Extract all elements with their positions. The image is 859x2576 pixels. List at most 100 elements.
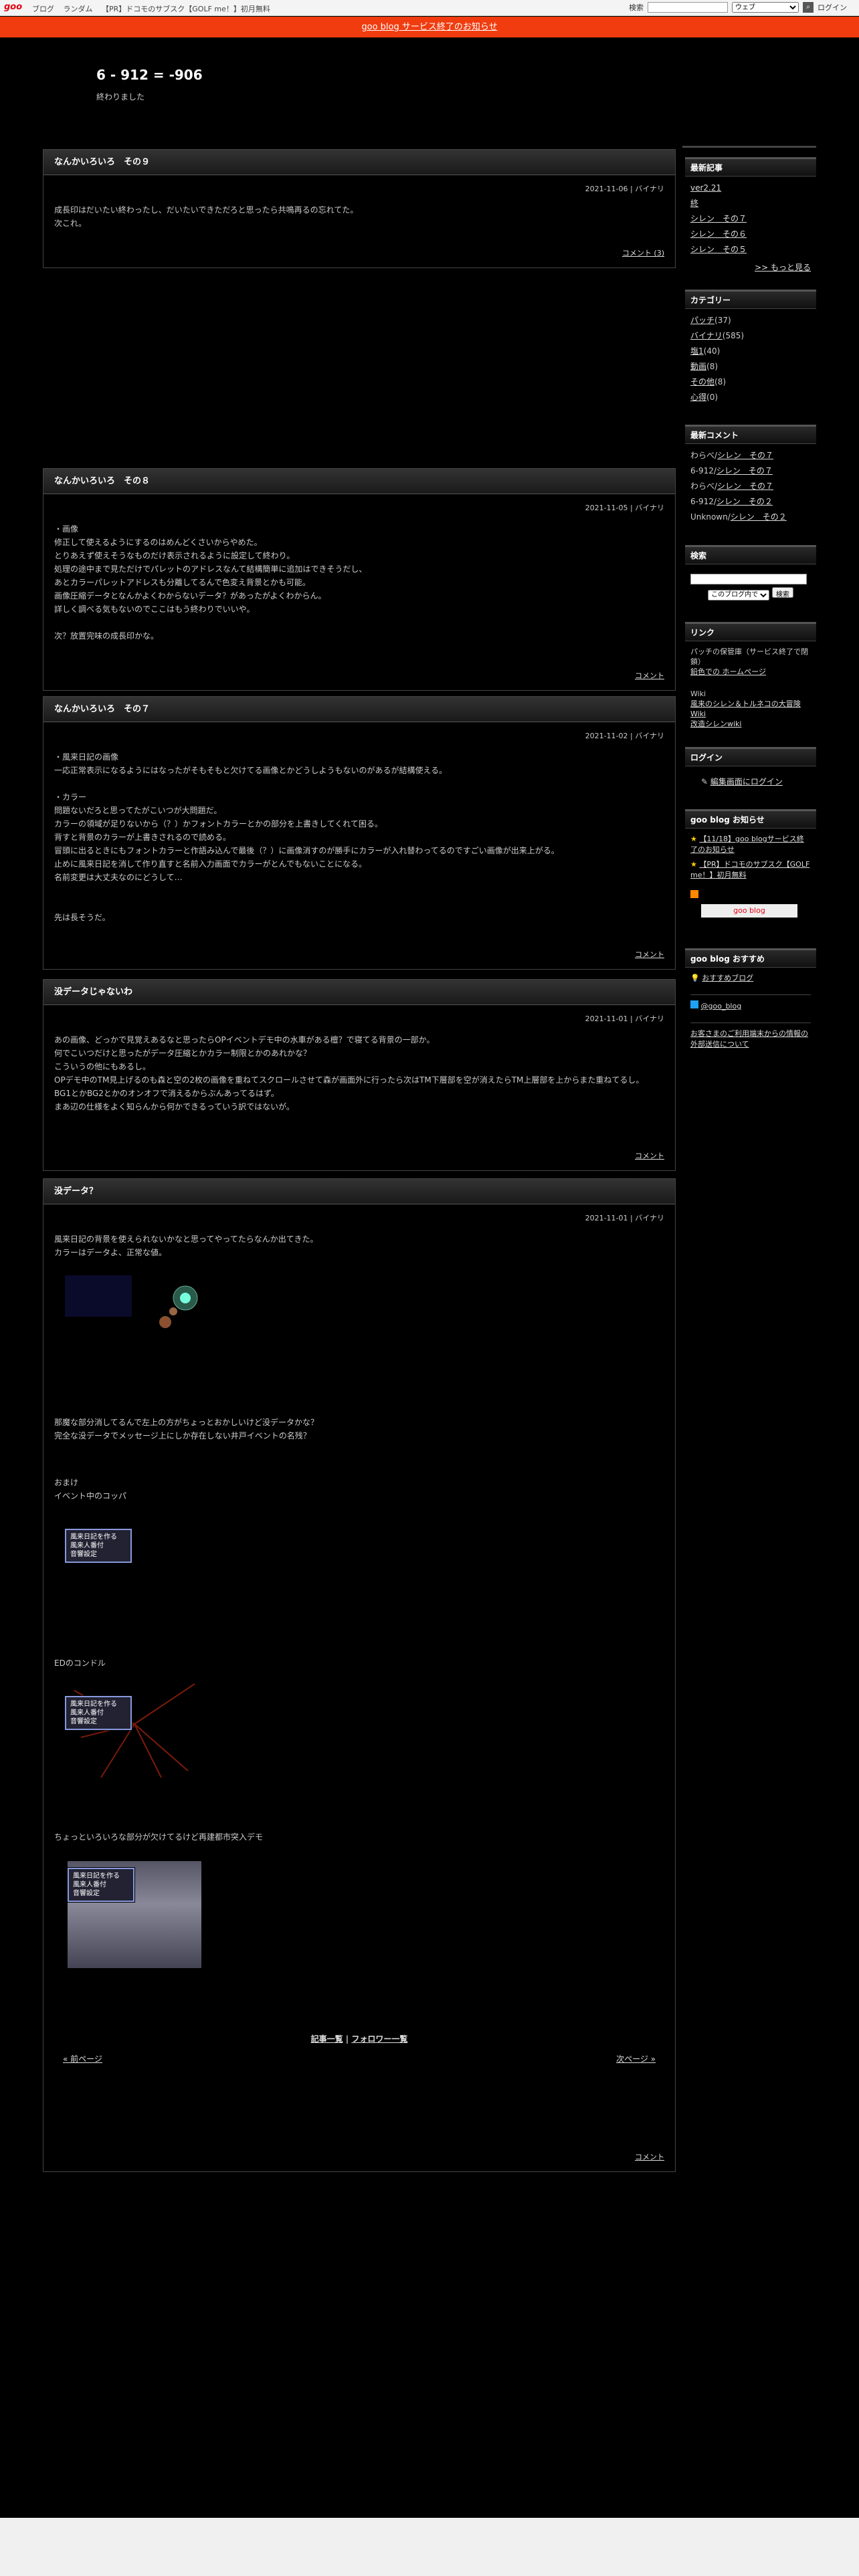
entry-title[interactable]: 没データ？: [43, 1179, 675, 1204]
menu-line: 音響設定: [70, 1718, 97, 1725]
nav-blog-link[interactable]: ブログ: [32, 5, 54, 13]
search-scope-select[interactable]: ウェブ: [732, 2, 799, 13]
recent-posts-heading: 最新記事: [685, 159, 816, 177]
menu-line: 風来日記を作る: [70, 1533, 117, 1541]
comment-post-link[interactable]: シレン その２: [731, 512, 787, 522]
links-box: リンク パッチの保管庫（サービス終了で閉鎖） 鉛色での ホームページ Wiki …: [685, 622, 816, 734]
blog-search-button[interactable]: 検索: [771, 587, 793, 599]
menu-line: 音響設定: [73, 1890, 100, 1897]
category-link[interactable]: パッチ: [690, 316, 714, 325]
link-item: Wiki: [690, 689, 706, 698]
commenter: わらべ/: [690, 481, 718, 491]
entry: なんかいろいろ その９ 2021-11-06 | バイナリ 成長印はだいたい終わ…: [43, 149, 676, 268]
entry-body: ・風来日記の画像 一応正常表示になるようにはなったがそもそもと欠けてる画像とかど…: [54, 752, 559, 922]
link-item[interactable]: 風来のシレン＆トルネコの大冒険 Wiki: [690, 700, 801, 718]
rss-icon[interactable]: [690, 890, 698, 898]
recent-comments-box: 最新コメント わらべ/シレン その７ 6-912/シレン その７ わらべ/シレン…: [685, 425, 816, 529]
pencil-icon: ✎: [701, 777, 710, 786]
blog-search-box: 検索 このブログ内で 検索: [685, 545, 816, 606]
recent-post-link[interactable]: 終: [690, 199, 698, 208]
comment-link[interactable]: コメント: [635, 670, 664, 681]
category-link[interactable]: 塩1: [690, 346, 704, 356]
more-posts-link[interactable]: >> もっと見る: [755, 263, 811, 272]
comment-post-link[interactable]: シレン その７: [717, 481, 773, 491]
service-end-banner: goo blog サービス終了のお知らせ: [0, 17, 859, 37]
entry-meta: 2021-11-02 | バイナリ: [585, 732, 664, 740]
follower-list-link[interactable]: フォロワー一覧: [351, 2034, 407, 2044]
commenter: わらべ/: [690, 451, 718, 460]
blog-title[interactable]: 6 - 912 = -906: [96, 67, 832, 83]
blog-search-scope[interactable]: このブログ内で: [708, 589, 770, 601]
category-box: カテゴリー パッチ(37) バイナリ(585) 塩1(40) 動画(8) その他…: [685, 290, 816, 409]
game-sprite-image: [151, 1275, 211, 1349]
goo-notice-box: goo blog お知らせ ★ 【11/18】goo blogサービス終了のお知…: [685, 809, 816, 923]
next-page-link[interactable]: 次ページ »: [616, 2053, 656, 2064]
search-input[interactable]: [648, 2, 728, 13]
game-screenshot: [65, 1275, 132, 1317]
entry-title[interactable]: なんかいろいろ その８: [43, 469, 675, 494]
game-menu-image: 風来日記を作る 風来人番付 音響設定: [65, 1529, 132, 1563]
twitter-link[interactable]: @goo_blog: [701, 1002, 742, 1010]
recommend-heading: goo blog おすすめ: [685, 950, 816, 968]
external-transmission-link[interactable]: お客さまのご利用端末からの情報の外部送信について: [690, 1029, 808, 1049]
entry-body: あの画像、どっかで見覚えあるなと思ったらOPイベントデモ中の水車がある檀？で寝て…: [54, 1035, 644, 1111]
link-item[interactable]: 改造シレンwiki: [690, 720, 741, 728]
menu-line: 風来日記を作る: [70, 1701, 117, 1708]
blog-search-input[interactable]: [690, 574, 807, 584]
comment-post-link[interactable]: シレン その７: [717, 451, 773, 460]
menu-line: 風来人番付: [70, 1709, 104, 1717]
recommend-box: goo blog おすすめ 💡 おすすめブログ @goo_blog お客さまのご…: [685, 948, 816, 1055]
entry: 没データ？ 2021-11-01 | バイナリ 風来日記の背景を使えられないかな…: [43, 1178, 676, 2172]
blog-search-heading: 検索: [685, 547, 816, 564]
category-link[interactable]: その他: [690, 377, 714, 387]
recommend-link[interactable]: おすすめブログ: [702, 974, 753, 982]
commenter: 6-912/: [690, 497, 717, 506]
notice-link[interactable]: 【PR】ドコモのサブスク【GOLF me！】初月無料: [690, 860, 809, 879]
category-link[interactable]: 動画: [690, 362, 706, 371]
service-end-link[interactable]: goo blog サービス終了のお知らせ: [361, 22, 497, 32]
goo-logo[interactable]: goo: [4, 2, 22, 12]
separator: |: [345, 2034, 349, 2044]
prev-page-link[interactable]: « 前ページ: [63, 2053, 102, 2064]
recent-posts-box: 最新記事 ver2.21 終 シレン その７ シレン その６ シレン その５ >…: [685, 157, 816, 273]
category-heading: カテゴリー: [685, 292, 816, 309]
login-box: ログイン ✎ 編集画面にログイン: [685, 747, 816, 787]
nav-pr-link[interactable]: 【PR】ドコモのサブスク【GOLF me！】初月無料: [102, 5, 270, 13]
article-list-link[interactable]: 記事一覧: [311, 2034, 343, 2044]
commenter: 6-912/: [690, 466, 717, 475]
entry: なんかいろいろ その７ 2021-11-02 | バイナリ ・風来日記の画像 一…: [43, 696, 676, 970]
category-count: (0): [706, 393, 719, 402]
comment-link[interactable]: コメント (3): [622, 247, 664, 258]
recent-post-link[interactable]: シレン その６: [690, 229, 747, 239]
twitter-icon: [690, 1000, 698, 1008]
edit-login-link[interactable]: 編集画面にログイン: [710, 777, 783, 786]
blog-header: 6 - 912 = -906 終わりました: [96, 67, 832, 102]
comment-post-link[interactable]: シレン その７: [717, 466, 773, 475]
recent-comments-heading: 最新コメント: [685, 427, 816, 444]
footer-links: 記事一覧 | フォロワー一覧: [43, 2033, 676, 2044]
entry-body-2: 那魔な部分消してるんで左上の方がちょっとおかしいけど没データかな？ 完全な没デー…: [54, 1418, 319, 1440]
category-link[interactable]: 心得: [690, 393, 706, 402]
entry-meta: 2021-11-05 | バイナリ: [585, 504, 664, 512]
login-link[interactable]: ログイン: [818, 2, 847, 13]
entry-title[interactable]: なんかいろいろ その９: [43, 150, 675, 175]
notice-link[interactable]: 【11/18】goo blogサービス終了のお知らせ: [690, 835, 804, 854]
entry-title[interactable]: 没データじゃないわ: [43, 980, 675, 1005]
comment-link[interactable]: コメント: [635, 2151, 664, 2162]
recent-post-link[interactable]: シレン その７: [690, 214, 747, 223]
login-heading: ログイン: [685, 749, 816, 766]
comment-link[interactable]: コメント: [635, 1150, 664, 1161]
link-item[interactable]: 鉛色での ホームページ: [690, 667, 766, 676]
recent-post-link[interactable]: ver2.21: [690, 183, 721, 193]
menu-line: 風来人番付: [73, 1881, 106, 1889]
category-link[interactable]: バイナリ: [690, 331, 723, 340]
comment-link[interactable]: コメント: [635, 949, 664, 960]
goo-blog-logo[interactable]: goo blog: [701, 904, 797, 918]
entry-title[interactable]: なんかいろいろ その７: [43, 697, 675, 722]
search-icon[interactable]: ⌕: [803, 2, 814, 13]
comment-post-link[interactable]: シレン その２: [717, 497, 773, 506]
entry-body: 成長印はだいたい終わったし、だいたいできただろと思ったら共鳴再るの忘れてた。 次…: [54, 205, 359, 228]
category-count: (8): [714, 377, 727, 387]
recent-post-link[interactable]: シレン その５: [690, 245, 747, 254]
nav-random-link[interactable]: ランダム: [64, 5, 93, 13]
